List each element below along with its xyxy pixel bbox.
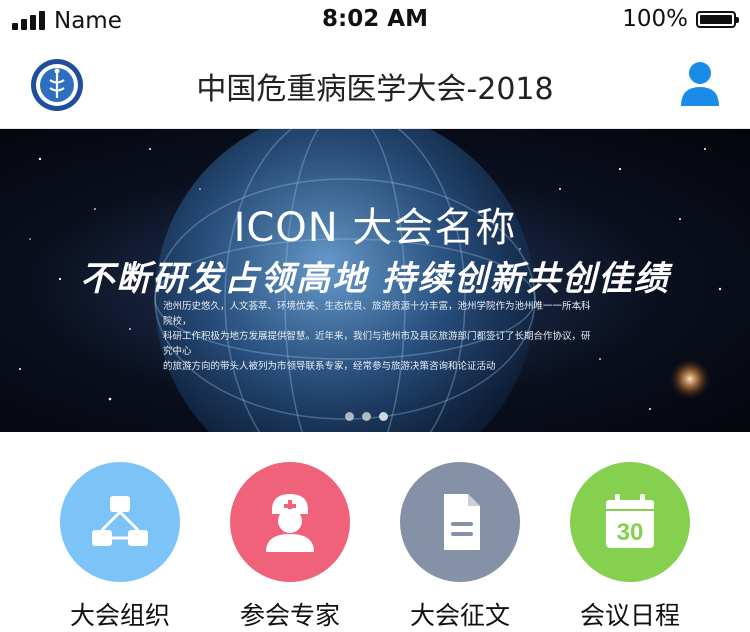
banner-description: 池州历史悠久，人文荟萃、环境优美、生态优良、旅游资源十分丰富，池州学院作为池州唯… — [163, 299, 593, 374]
menu-icon-circle — [400, 462, 520, 582]
doctor-icon — [266, 494, 314, 552]
user-icon[interactable] — [680, 60, 720, 108]
carousel-indicator — [345, 412, 388, 421]
banner-title: ICON 大会名称 — [233, 205, 517, 251]
menu-icon-circle: 30 — [570, 462, 690, 582]
status-right: 100% — [622, 6, 739, 32]
galaxy-shape — [668, 357, 712, 401]
carousel-dot[interactable] — [362, 412, 371, 421]
organization-icon — [92, 496, 148, 546]
calendar-day-text: 30 — [617, 519, 644, 546]
menu-label: 参会专家 — [239, 601, 340, 630]
menu-label: 大会组织 — [69, 601, 170, 630]
page-title: 中国危重病医学大会-2018 — [196, 72, 554, 107]
menu-label: 大会征文 — [409, 601, 510, 630]
menu-item-organization[interactable]: 大会组织 — [35, 462, 205, 632]
banner-description-line: 科研工作积极为地方发展提供智慧。近年来，我们与池州市及县区旅游部门都签订了长期合… — [163, 331, 591, 357]
battery-percent: 100% — [622, 6, 688, 32]
calendar-icon: 30 — [606, 494, 654, 548]
document-icon — [444, 494, 480, 550]
hero-banner[interactable]: ICON 大会名称 不断研发占领高地 持续创新共创佳绩 池州历史悠久，人文荟萃、… — [0, 129, 750, 432]
menu-item-experts[interactable]: 参会专家 — [205, 462, 375, 632]
menu-label: 会议日程 — [579, 601, 680, 630]
menu-item-papers[interactable]: 大会征文 — [375, 462, 545, 632]
carousel-dot[interactable] — [379, 412, 388, 421]
app-header: 中国危重病医学大会-2018 — [0, 42, 750, 129]
main-menu: 大会组织 参会专家 大会征文 30 会议日程 — [0, 432, 750, 630]
battery-fill — [700, 14, 732, 24]
menu-item-schedule[interactable]: 30 会议日程 — [545, 462, 715, 632]
status-bar: Name 8:02 AM 100% — [0, 0, 750, 42]
banner-slogan: 不断研发占领高地 持续创新共创佳绩 — [80, 259, 670, 299]
menu-icon-circle — [60, 462, 180, 582]
menu-icon-circle — [230, 462, 350, 582]
banner-description-line: 池州历史悠久，人文荟萃、环境优美、生态优良、旅游资源十分丰富，池州学院作为池州唯… — [163, 301, 591, 327]
carousel-dot[interactable] — [345, 412, 354, 421]
battery-icon — [696, 10, 739, 28]
banner-description-line: 的旅游方向的带头人被列为市领导联系专家，经常参与旅游决策咨询和论证活动 — [163, 361, 496, 372]
